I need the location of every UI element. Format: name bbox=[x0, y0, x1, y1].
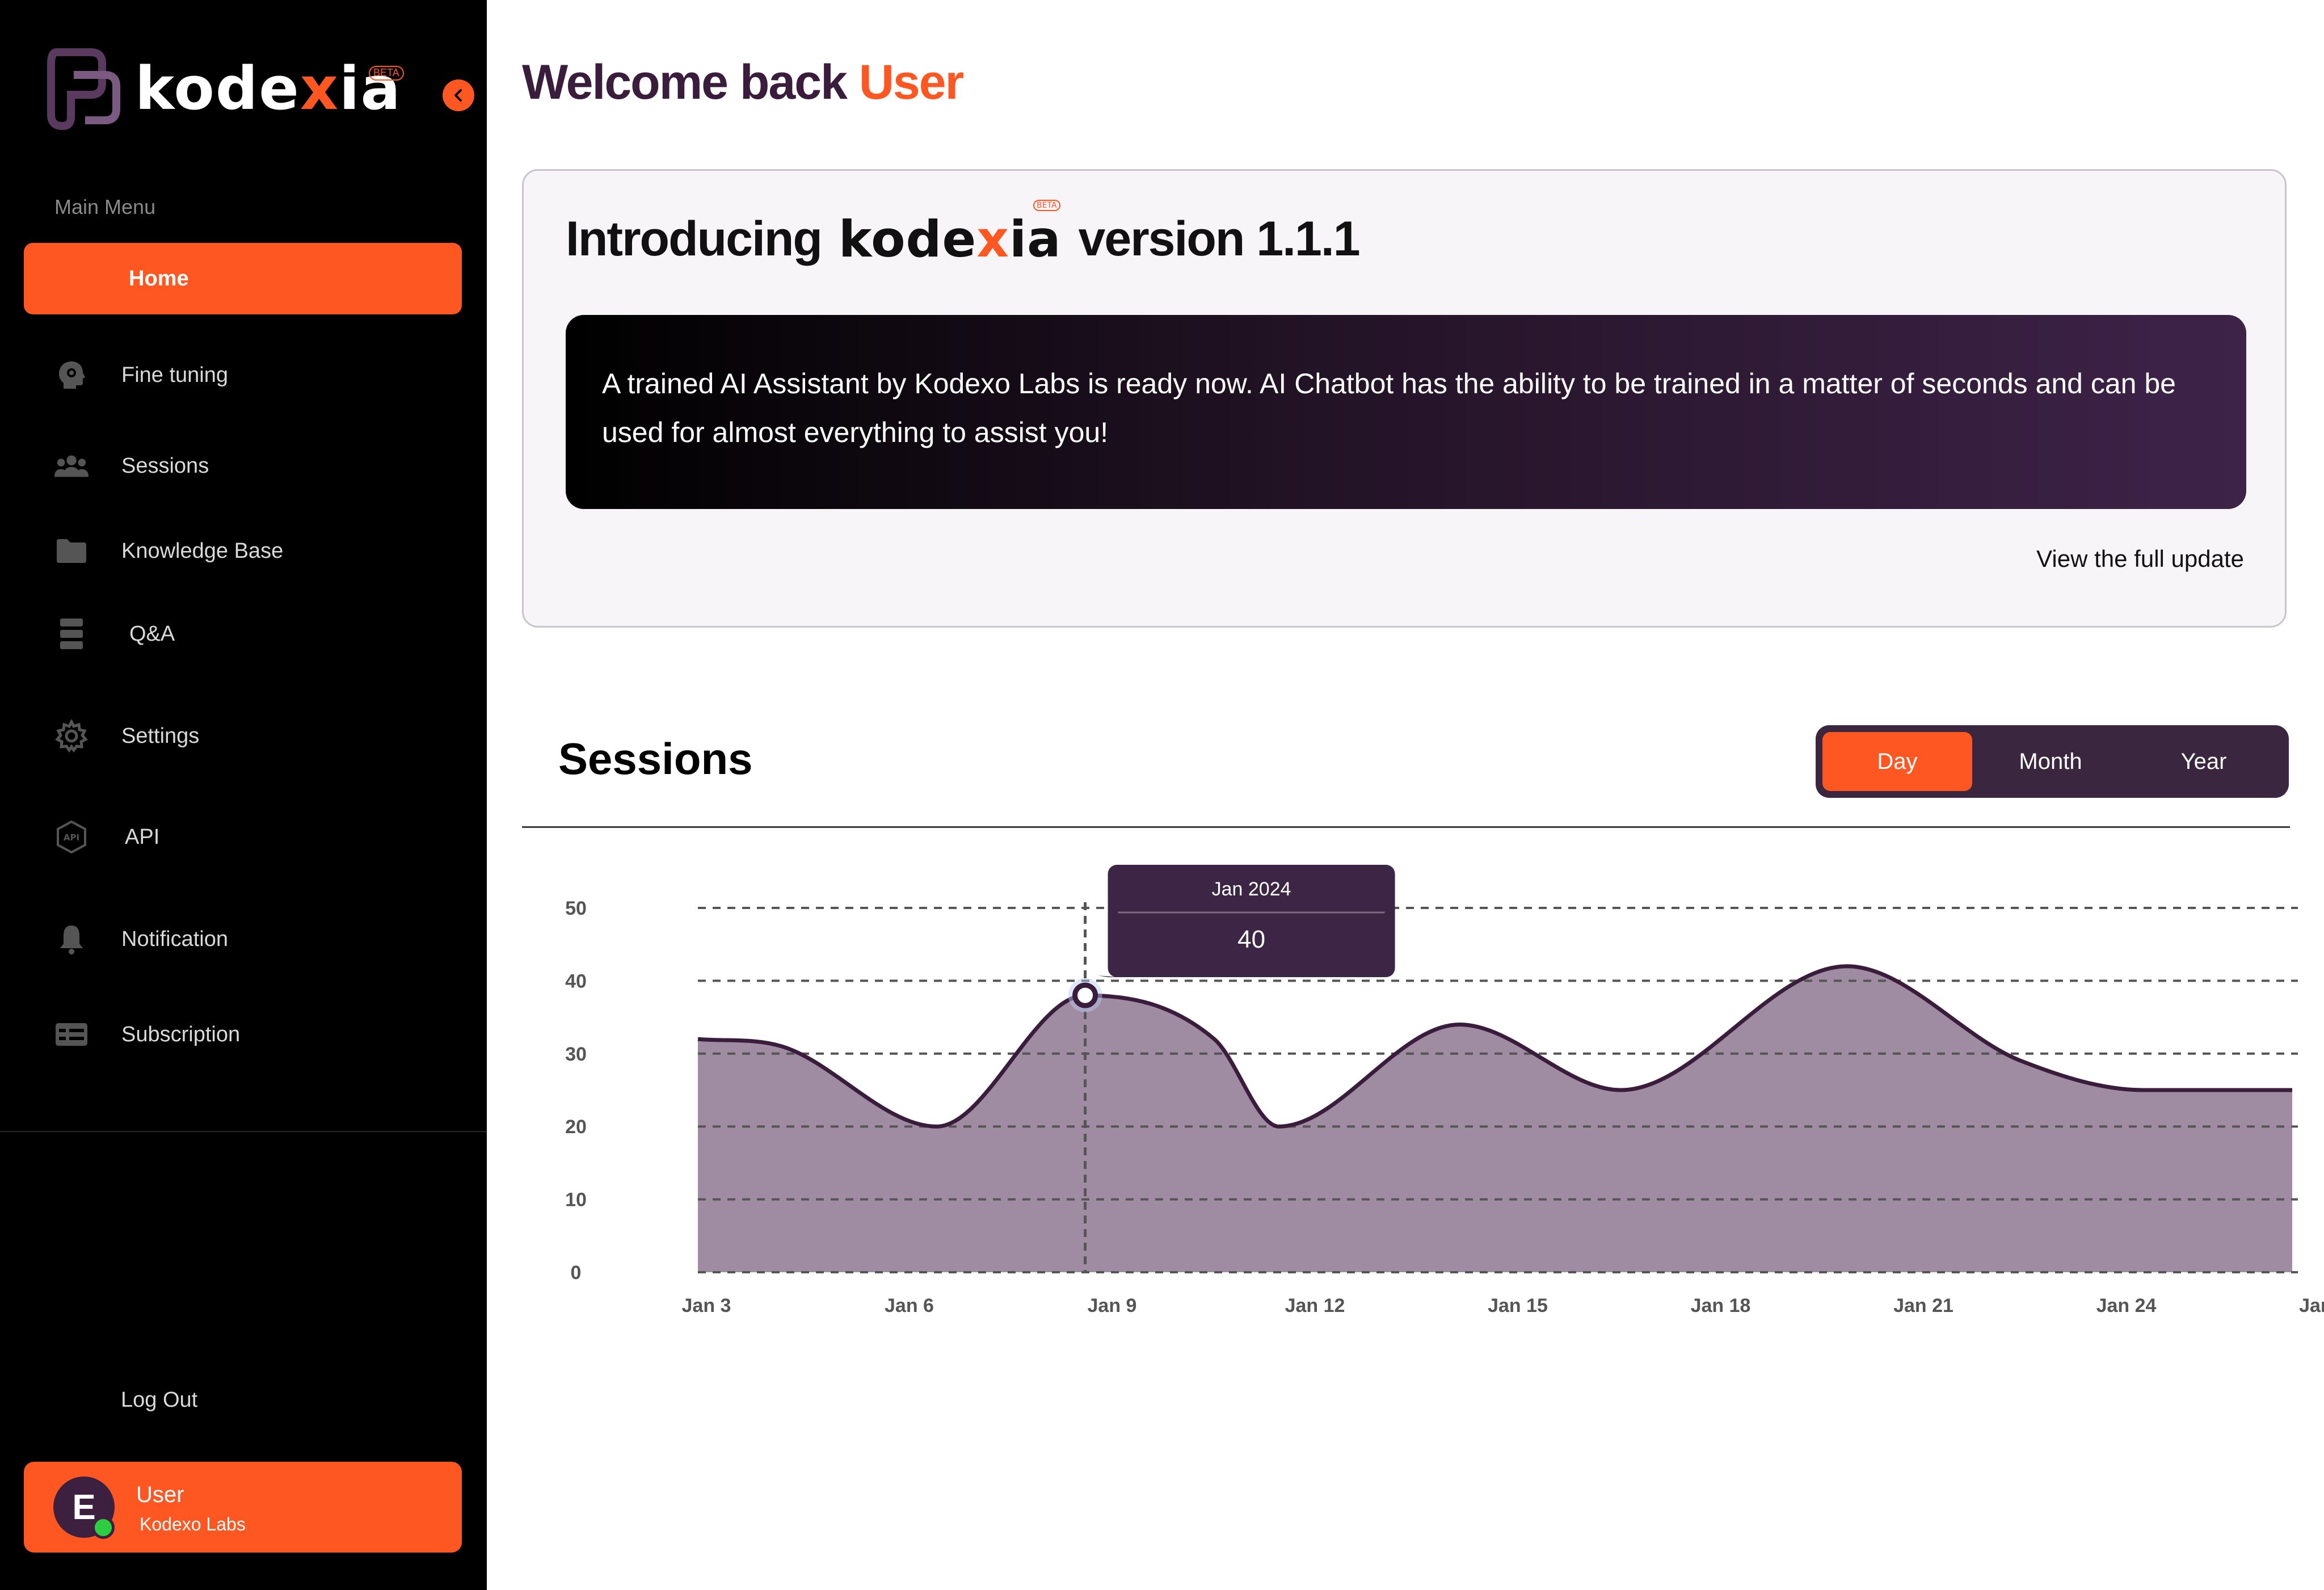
sidebar-item-label: Settings bbox=[121, 724, 200, 748]
view-full-update-link[interactable]: View the full update bbox=[2036, 545, 2244, 573]
sidebar-item-settings[interactable]: Settings bbox=[24, 700, 462, 772]
sidebar-item-label: Knowledge Base bbox=[121, 539, 284, 563]
range-month-button[interactable]: Month bbox=[1976, 732, 2125, 791]
brain-gear-icon bbox=[54, 358, 89, 392]
y-tick-label: 20 bbox=[565, 1116, 587, 1138]
page-title: Welcome back User bbox=[522, 55, 964, 110]
x-tick-label: Jan 15 bbox=[1488, 1295, 1548, 1316]
version-intro-card: Introducing kodexia BETA version 1.1.1 A … bbox=[522, 169, 2287, 628]
user-profile-card[interactable]: E User Kodexo Labs bbox=[24, 1462, 462, 1553]
collapse-sidebar-button[interactable] bbox=[443, 79, 474, 111]
logout-button[interactable]: Log Out bbox=[121, 1388, 197, 1412]
logo-mark-icon bbox=[47, 48, 120, 131]
intro-description: A trained AI Assistant by Kodexo Labs is… bbox=[602, 368, 2176, 448]
sidebar-divider bbox=[0, 1131, 487, 1132]
users-icon bbox=[54, 449, 89, 483]
range-year-button[interactable]: Year bbox=[2129, 732, 2279, 791]
sidebar-item-label: Notification bbox=[121, 927, 228, 951]
database-icon bbox=[54, 617, 89, 651]
online-status-icon bbox=[92, 1516, 115, 1539]
sidebar-item-home[interactable]: Home bbox=[24, 243, 462, 314]
x-tick-label: Jan 21 bbox=[1893, 1295, 1953, 1316]
card-icon bbox=[54, 1017, 89, 1051]
sidebar-item-notification[interactable]: Notification bbox=[24, 903, 462, 975]
sessions-divider bbox=[522, 826, 2290, 828]
x-tick-label: Jan 18 bbox=[1691, 1295, 1751, 1316]
x-tick-label: Jan 9 bbox=[1088, 1295, 1137, 1316]
intro-banner: A trained AI Assistant by Kodexo Labs is… bbox=[566, 315, 2246, 509]
sidebar-item-api[interactable]: API API bbox=[24, 801, 462, 873]
intro-brand-wordmark: kodexia BETA bbox=[838, 199, 1062, 268]
x-tick-label: Jan 27 bbox=[2299, 1295, 2324, 1316]
intro-title: Introducing kodexia BETA version 1.1.1 bbox=[566, 199, 1361, 268]
tooltip-point bbox=[1072, 982, 1098, 1008]
sidebar-item-qa[interactable]: Q&A bbox=[24, 598, 462, 670]
brand-logo[interactable]: kodexia BETA bbox=[40, 47, 409, 137]
sidebar-item-label: Home bbox=[129, 266, 189, 291]
folder-icon bbox=[54, 534, 89, 568]
range-toggle: Day Month Year bbox=[1816, 725, 2289, 798]
tooltip-title: Jan 2024 bbox=[1212, 878, 1291, 900]
x-tick-label: Jan 12 bbox=[1285, 1295, 1345, 1316]
x-tick-label: Jan 24 bbox=[2096, 1295, 2157, 1316]
gear-icon bbox=[54, 719, 89, 753]
sidebar-item-label: Fine tuning bbox=[121, 363, 229, 387]
y-tick-label: 30 bbox=[565, 1044, 587, 1065]
sidebar: kodexia BETA Main Menu Home Fine tuning … bbox=[0, 0, 487, 1590]
beta-badge: BETA bbox=[1033, 199, 1060, 211]
user-organization: Kodexo Labs bbox=[140, 1514, 246, 1534]
sidebar-item-subscription[interactable]: Subscription bbox=[24, 999, 462, 1070]
y-tick-label: 50 bbox=[565, 898, 587, 919]
y-tick-label: 40 bbox=[565, 970, 587, 992]
sidebar-item-label: Sessions bbox=[121, 453, 209, 478]
x-tick-label: Jan 3 bbox=[682, 1295, 731, 1316]
sidebar-item-sessions[interactable]: Sessions bbox=[24, 430, 462, 502]
x-tick-label: Jan 6 bbox=[885, 1295, 934, 1316]
tooltip-value: 40 bbox=[1237, 926, 1265, 953]
sidebar-item-label: API bbox=[125, 825, 160, 849]
sessions-chart: 0 10 20 30 40 50 Jan 3 Jan 6 Jan 9 Jan 12 Jan 15 Ja… bbox=[565, 865, 2324, 1316]
sidebar-item-fine-tuning[interactable]: Fine tuning bbox=[24, 339, 462, 411]
sidebar-item-label: Subscription bbox=[121, 1022, 241, 1046]
main-menu-heading: Main Menu bbox=[54, 195, 156, 218]
user-name: User bbox=[136, 1482, 184, 1507]
api-icon: API bbox=[54, 820, 89, 854]
y-tick-label: 0 bbox=[571, 1262, 582, 1284]
sessions-area-fill bbox=[698, 966, 2292, 1272]
sidebar-item-knowledge-base[interactable]: Knowledge Base bbox=[24, 515, 462, 587]
sidebar-item-label: Q&A bbox=[129, 621, 175, 646]
range-day-button[interactable]: Day bbox=[1822, 732, 1972, 791]
chevron-left-icon bbox=[454, 89, 462, 102]
beta-badge: BETA bbox=[369, 66, 404, 81]
svg-text:API: API bbox=[64, 832, 79, 843]
logo-wordmark: kodexia bbox=[135, 54, 402, 123]
bell-icon bbox=[54, 922, 89, 956]
sessions-section-title: Sessions bbox=[558, 734, 753, 784]
y-tick-label: 10 bbox=[565, 1189, 587, 1211]
